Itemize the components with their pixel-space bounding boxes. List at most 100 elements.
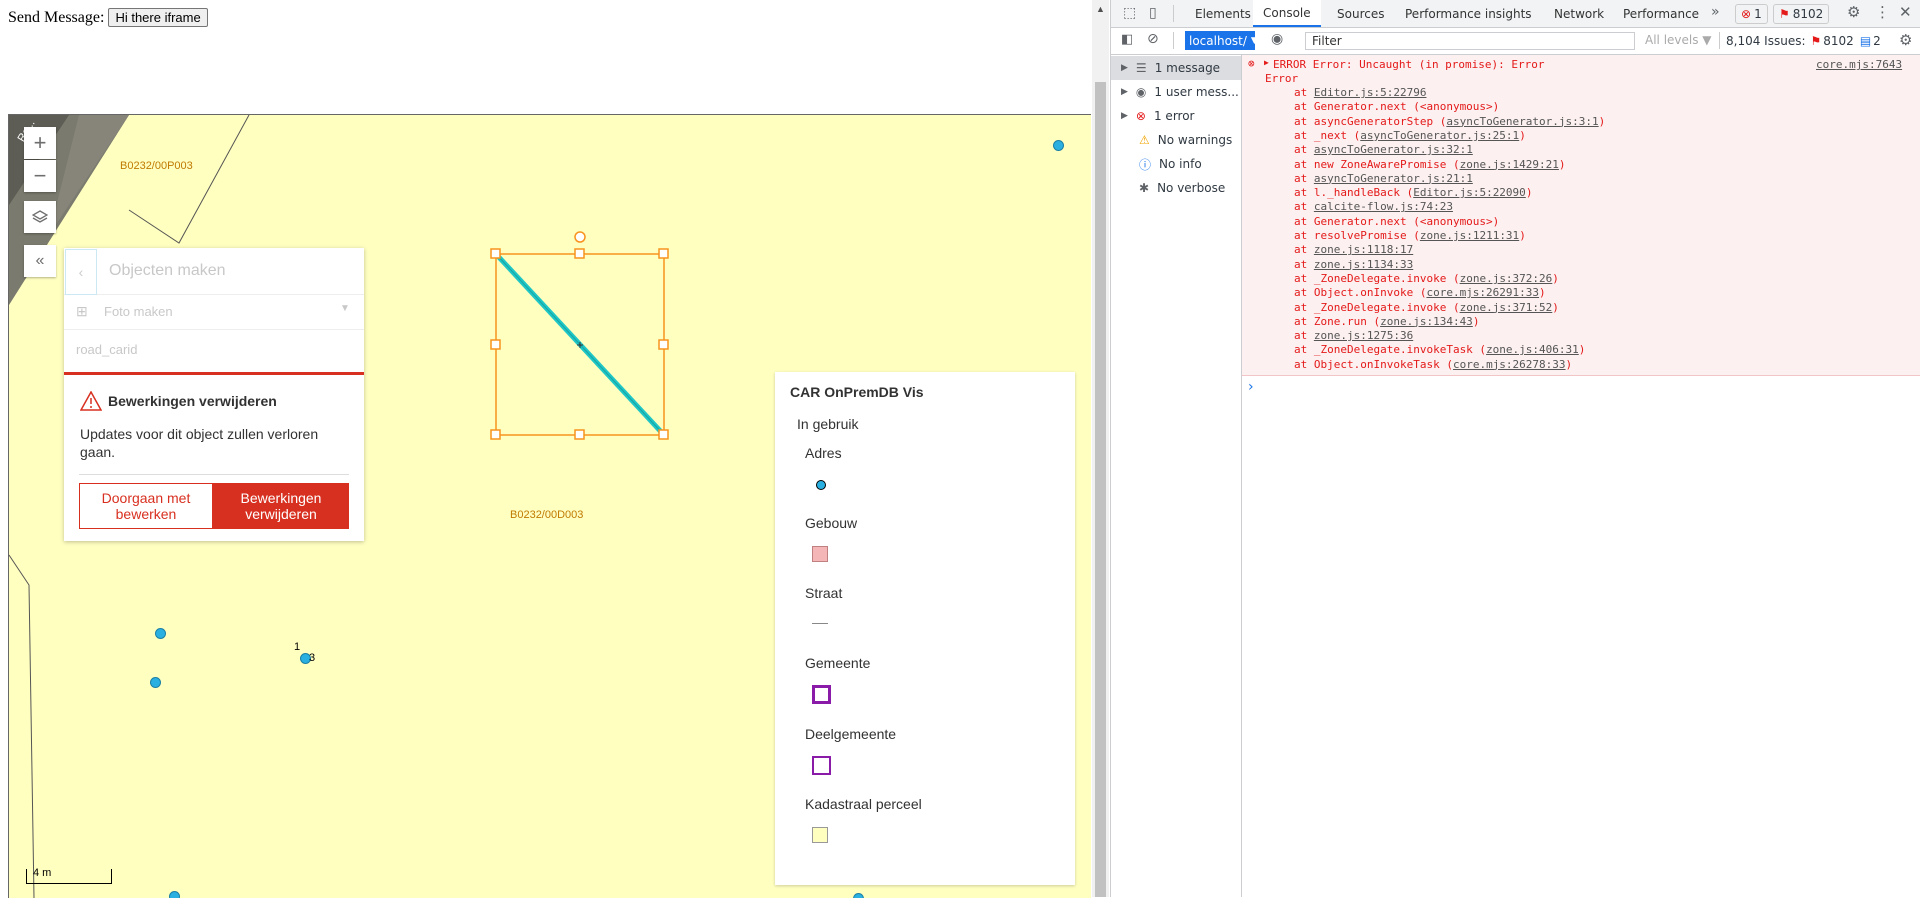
error-count: 1	[1754, 7, 1762, 21]
sidebar-item-errors[interactable]: ▶ ⊗ 1 error	[1111, 104, 1241, 128]
settings-gear-icon[interactable]: ⚙	[1847, 3, 1860, 21]
continue-editing-button[interactable]: Doorgaan met bewerken	[79, 483, 213, 529]
stack-trace-file-link[interactable]: zone.js:1429:21	[1460, 158, 1559, 171]
tab-performance[interactable]: Performance	[1623, 0, 1699, 27]
collapse-button[interactable]: «	[24, 245, 56, 277]
stack-trace-text: at Zone.run (	[1294, 314, 1381, 328]
selected-feature-graphic[interactable]	[479, 225, 679, 455]
console-prompt[interactable]: ›	[1248, 379, 1254, 395]
zoom-out-button[interactable]: −	[24, 160, 56, 192]
scale-bar-label: 4 m	[33, 867, 52, 879]
stack-trace-text: at Object.onInvoke (	[1294, 286, 1427, 300]
stack-trace-file-link[interactable]: zone.js:1211:31	[1420, 229, 1519, 242]
stack-trace-file-link[interactable]: Editor.js:5:22090	[1413, 186, 1526, 199]
error-word: Error	[1265, 72, 1299, 85]
stack-trace-file-link[interactable]: zone.js:1118:17	[1314, 243, 1413, 256]
error-message[interactable]: ⊗ ▶ ERROR Error: Uncaught (in promise): …	[1242, 55, 1920, 376]
stack-trace-text: )	[1552, 271, 1559, 285]
stack-trace-file-link[interactable]: zone.js:406:31	[1486, 343, 1579, 356]
filter-input[interactable]: Filter	[1305, 32, 1635, 50]
issues-badge[interactable]: ⚑ 8102	[1773, 4, 1830, 24]
issues-label: 8,104 Issues:	[1726, 34, 1806, 48]
sidebar-item-user-messages[interactable]: ▶ ◉ 1 user mess...	[1111, 80, 1241, 104]
stack-trace-file-link[interactable]: zone.js:134:43	[1380, 315, 1473, 328]
close-icon[interactable]: ✕	[1899, 3, 1912, 21]
discard-edits-button[interactable]: Bewerkingen verwijderen	[213, 483, 349, 529]
issues-link[interactable]: 8,104 Issues: ⚑ 8102 ▤ 2	[1726, 32, 1881, 50]
console-settings-gear-icon[interactable]: ⚙	[1899, 31, 1912, 49]
error-icon: ⊗	[1135, 109, 1146, 123]
tab-performance-insights[interactable]: Performance insights	[1405, 0, 1532, 27]
sidebar-toggle-icon[interactable]: ◧	[1121, 32, 1133, 47]
chevron-left-icon: ‹	[78, 264, 84, 280]
scroll-up-arrow-icon[interactable]: ▲	[1096, 4, 1105, 14]
dropdown-arrow-icon: ▼	[1250, 35, 1258, 46]
stack-trace-line: at zone.js:1275:36	[1294, 329, 1413, 343]
error-badge[interactable]: ⊗ 1	[1735, 4, 1768, 24]
more-tabs-icon[interactable]: »	[1711, 4, 1720, 20]
address-marker[interactable]	[150, 677, 161, 688]
address-marker[interactable]	[155, 628, 166, 639]
more-options-icon[interactable]: ⋮	[1875, 3, 1890, 21]
live-expression-eye-icon[interactable]: ◉	[1271, 31, 1283, 47]
stack-trace-file-link[interactable]: zone.js:1275:36	[1314, 329, 1413, 342]
context-select[interactable]: localhost/▼	[1185, 31, 1258, 50]
levels-select[interactable]: All levels ▼	[1645, 33, 1712, 47]
device-toolbar-icon[interactable]: ▯	[1149, 5, 1157, 21]
error-icon: ⊗	[1248, 57, 1255, 70]
purple-thin-outline-icon	[812, 756, 831, 775]
address-label: 1	[294, 641, 301, 653]
issues-blue-count: 2	[1873, 34, 1881, 48]
tab-elements[interactable]: Elements	[1195, 0, 1251, 27]
stack-trace-file-link[interactable]: Editor.js:5:22796	[1314, 86, 1427, 99]
tab-network[interactable]: Network	[1554, 0, 1604, 27]
stack-trace-line: at _next (asyncToGenerator.js:25:1)	[1294, 129, 1526, 143]
expand-arrow-icon: ▶	[1121, 111, 1128, 121]
stack-trace-file-link[interactable]: asyncToGenerator.js:21:1	[1314, 172, 1473, 185]
send-message-button[interactable]: Hi there iframe	[108, 8, 208, 27]
legend-subtitle: In gebruik	[797, 416, 859, 432]
verbose-icon: ✱	[1139, 181, 1150, 195]
address-marker[interactable]	[1053, 140, 1064, 151]
back-button[interactable]: ‹	[65, 249, 97, 295]
stack-trace-line: at resolvePromise (zone.js:1211:31)	[1294, 229, 1526, 243]
zoom-in-button[interactable]: +	[24, 127, 56, 159]
sidebar-item-label: No verbose	[1157, 181, 1226, 195]
sidebar-item-info[interactable]: ⓘ No info	[1111, 152, 1241, 176]
stack-trace-file-link[interactable]: core.mjs:26291:33	[1426, 286, 1539, 299]
sidebar-item-messages[interactable]: ▶ ☰ 1 message	[1111, 56, 1241, 80]
address-marker[interactable]	[853, 893, 864, 898]
divider	[1173, 32, 1174, 49]
stack-trace-file-link[interactable]: calcite-flow.js:74:23	[1314, 200, 1453, 213]
divider	[79, 474, 349, 475]
road-carid-field[interactable]: road_carid	[76, 342, 137, 357]
clear-console-icon[interactable]: ⊘	[1147, 31, 1159, 47]
stack-trace-file-link[interactable]: core.mjs:26278:33	[1453, 358, 1566, 371]
stack-trace-line: at Generator.next (<anonymous>)	[1294, 100, 1499, 114]
error-source-link[interactable]: core.mjs:7643	[1816, 58, 1902, 71]
stack-trace-text: at resolvePromise (	[1294, 229, 1420, 242]
stack-trace-text: at l._handleBack (	[1294, 186, 1414, 200]
stack-trace-file-link[interactable]: asyncToGenerator.js:32:1	[1314, 143, 1473, 156]
sidebar-item-verbose[interactable]: ✱ No verbose	[1111, 176, 1241, 200]
stack-trace-file-link[interactable]: zone.js:372:26	[1460, 272, 1553, 285]
photo-label: Foto maken	[104, 304, 173, 319]
legend-item-label: Gemeente	[805, 655, 871, 671]
tab-console[interactable]: Console	[1253, 0, 1321, 27]
stack-trace-file-link[interactable]: zone.js:371:52	[1460, 301, 1553, 314]
photo-row[interactable]: ⊞ Foto maken ▼	[64, 295, 364, 330]
layer-list-button[interactable]	[24, 201, 56, 233]
info-icon: ⓘ	[1139, 157, 1152, 172]
tab-sources[interactable]: Sources	[1337, 0, 1384, 27]
add-photo-icon: ⊞	[76, 303, 88, 319]
stack-trace-file-link[interactable]: zone.js:1134:33	[1314, 258, 1413, 271]
stack-trace-file-link[interactable]: asyncToGenerator.js:25:1	[1360, 129, 1519, 142]
stack-trace-text: )	[1472, 314, 1480, 328]
stack-trace-file-link[interactable]: asyncToGenerator.js:3:1	[1446, 115, 1598, 128]
scrollbar-thumb[interactable]	[1095, 82, 1106, 897]
expand-arrow-icon[interactable]: ▶	[1264, 58, 1269, 67]
sidebar-item-label: 1 user mess...	[1154, 85, 1239, 99]
inspect-element-icon[interactable]: ⬚	[1123, 5, 1136, 21]
minus-icon: −	[33, 163, 47, 188]
sidebar-item-warnings[interactable]: ⚠ No warnings	[1111, 128, 1241, 152]
